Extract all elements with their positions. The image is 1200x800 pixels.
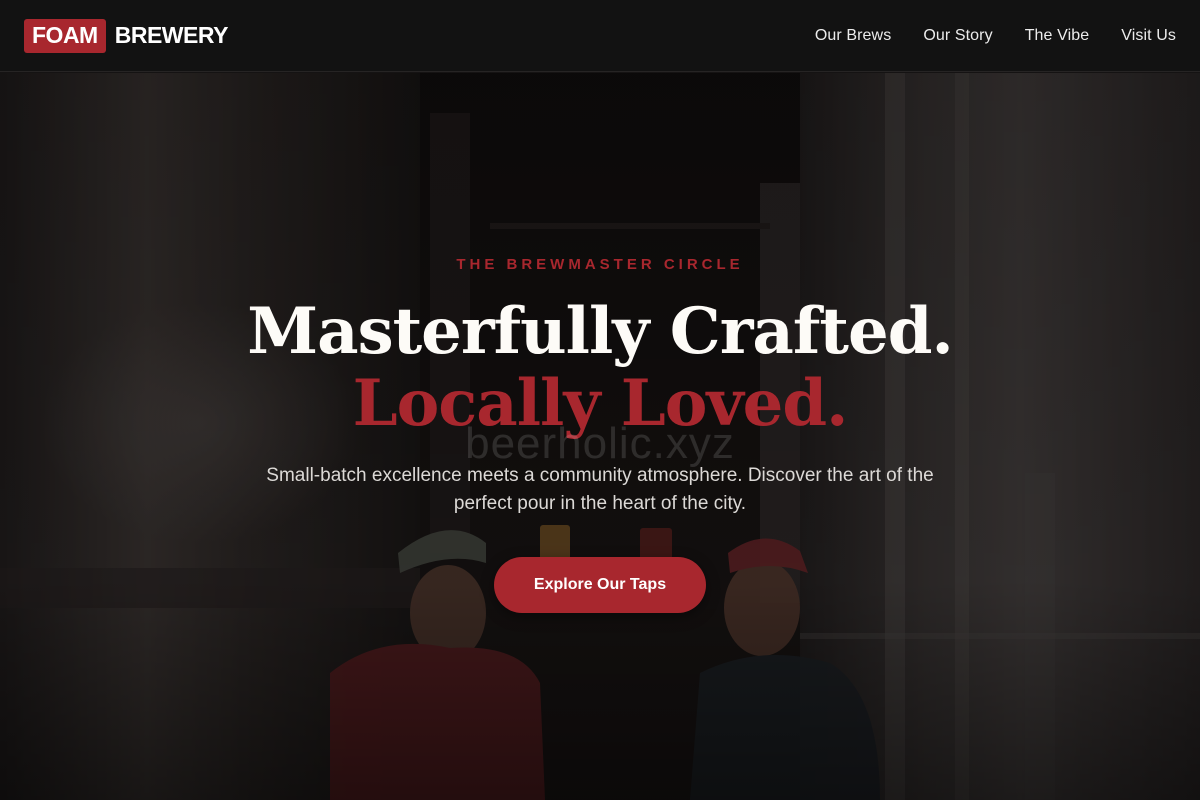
hero-section: THE BREWMASTER CIRCLE Masterfully Crafte… [0, 73, 1200, 800]
nav-link-our-brews[interactable]: Our Brews [815, 27, 891, 44]
nav-item-visit-us: Visit Us [1121, 27, 1176, 45]
hero-eyebrow: THE BREWMASTER CIRCLE [456, 256, 744, 273]
headline-line-1: Masterfully Crafted. [247, 294, 953, 369]
nav-link-the-vibe[interactable]: The Vibe [1025, 27, 1090, 44]
logo-text: BREWERY [114, 22, 229, 48]
top-navbar: FOAM BREWERY Our Brews Our Story The Vib… [0, 0, 1200, 72]
nav-item-our-story: Our Story [923, 27, 992, 45]
logo-badge: FOAM [24, 18, 106, 53]
hero-subtitle: Small-batch excellence meets a community… [266, 465, 934, 514]
nav-item-the-vibe: The Vibe [1025, 27, 1090, 45]
nav-link-visit-us[interactable]: Visit Us [1121, 27, 1176, 44]
nav-links: Our Brews Our Story The Vibe Visit Us [815, 27, 1176, 45]
nav-item-our-brews: Our Brews [815, 27, 891, 45]
brand-logo[interactable]: FOAM BREWERY [24, 18, 229, 53]
hero-content: THE BREWMASTER CIRCLE Masterfully Crafte… [0, 73, 1200, 800]
nav-link-our-story[interactable]: Our Story [923, 27, 992, 44]
explore-taps-button[interactable]: Explore Our Taps [494, 557, 706, 613]
